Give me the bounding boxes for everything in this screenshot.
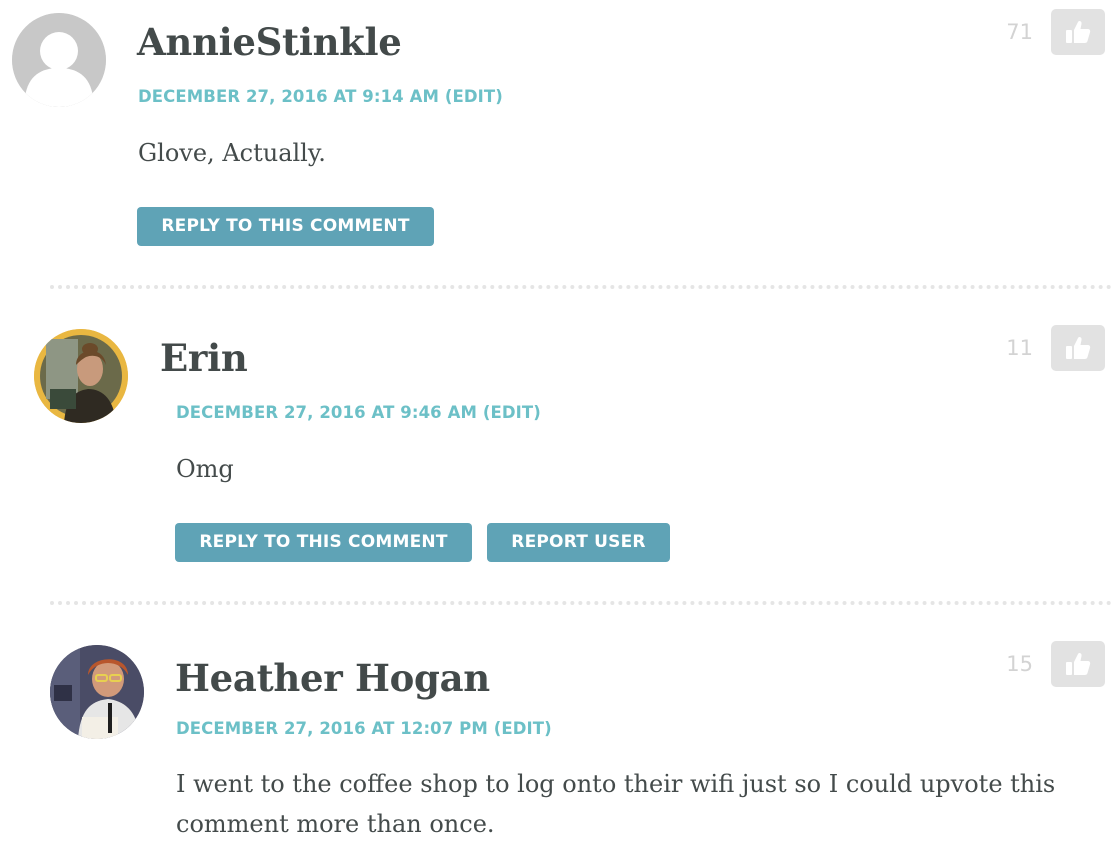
reply-button[interactable]: REPLY TO THIS COMMENT [137,207,434,246]
vote-count: 11 [1006,336,1033,360]
default-user-icon [12,13,106,107]
like-button[interactable] [1051,325,1105,371]
report-user-button[interactable]: REPORT USER [487,523,670,562]
user-photo [34,329,128,423]
thumbs-up-icon [1066,336,1091,359]
vote-count: 71 [1006,20,1033,44]
like-button[interactable] [1051,641,1105,687]
comment-divider [50,285,1112,289]
like-button[interactable] [1051,9,1105,55]
comment-author[interactable]: Erin [160,336,248,380]
reply-button[interactable]: REPLY TO THIS COMMENT [175,523,472,562]
comment: AnnieStinkle DECEMBER 27, 2016 AT 9:14 A… [0,0,1118,290]
edit-link[interactable]: (EDIT) [494,719,552,738]
comment-timestamp[interactable]: DECEMBER 27, 2016 AT 9:14 AM (EDIT) [138,87,503,106]
avatar[interactable] [12,13,106,107]
comment-body: Omg [176,455,234,483]
comment-author[interactable]: Heather Hogan [175,656,490,700]
comment-timestamp[interactable]: DECEMBER 27, 2016 AT 9:46 AM (EDIT) [176,403,541,422]
comment-body: Glove, Actually. [138,139,326,167]
thumbs-up-icon [1066,652,1091,675]
thumbs-up-icon [1066,20,1091,43]
avatar[interactable] [34,329,128,423]
comment: Erin DECEMBER 27, 2016 AT 9:46 AM (EDIT)… [0,300,1118,600]
edit-link[interactable]: (EDIT) [445,87,503,106]
comment-divider [50,601,1112,605]
vote-count: 15 [1006,652,1033,676]
comment-date[interactable]: DECEMBER 27, 2016 AT 9:14 AM [138,87,439,106]
user-photo [50,645,144,739]
comment-author[interactable]: AnnieStinkle [137,20,402,64]
comment-timestamp[interactable]: DECEMBER 27, 2016 AT 12:07 PM (EDIT) [176,719,552,738]
comment-body: I went to the coffee shop to log onto th… [176,770,1056,838]
avatar[interactable] [50,645,144,739]
comment: Heather Hogan DECEMBER 27, 2016 AT 12:07… [0,620,1118,841]
comment-date[interactable]: DECEMBER 27, 2016 AT 9:46 AM [176,403,477,422]
edit-link[interactable]: (EDIT) [483,403,541,422]
comment-date[interactable]: DECEMBER 27, 2016 AT 12:07 PM [176,719,488,738]
